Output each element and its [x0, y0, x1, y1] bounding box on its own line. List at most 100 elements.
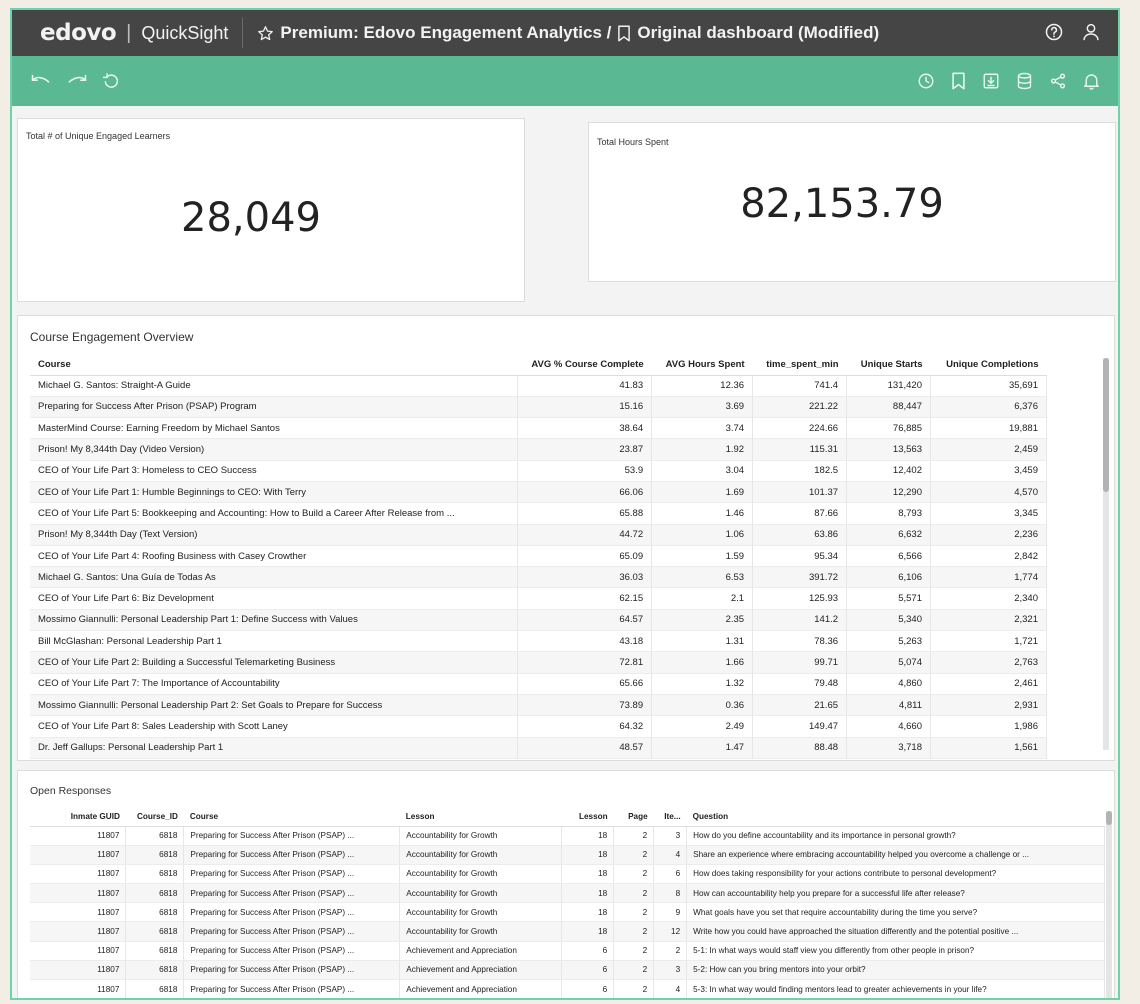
table-row[interactable]: MasterMind Course: Earning Freedom by Mi…	[30, 417, 1048, 440]
column-header[interactable]: time_spent_min	[752, 354, 847, 376]
table-row[interactable]: CEO of Your Life Part 6: Biz Development…	[30, 587, 1048, 610]
column-header[interactable]: Question	[686, 807, 1105, 827]
column-header[interactable]: Page	[613, 807, 654, 827]
table-cell: 5-1: In what ways would staff view you d…	[686, 941, 1105, 961]
column-header[interactable]: Course	[183, 807, 400, 827]
table-row[interactable]: CEO of Your Life Part 1: Humble Beginnin…	[30, 481, 1048, 504]
table-row[interactable]: CEO of Your Life Part 8: Sales Leadershi…	[30, 715, 1048, 738]
column-header[interactable]: Ite...	[653, 807, 687, 827]
table-row[interactable]: 11807 6818 Preparing for Success After Pri…	[30, 921, 1105, 942]
table-row[interactable]: 11807 6818 Preparing for Success After Pri…	[30, 826, 1105, 846]
table-row[interactable]: Michael G. Santos: Una Guía de Todas As 3…	[30, 566, 1048, 589]
table-row[interactable]: Mossimo Giannulli: Personal Leadership P…	[30, 609, 1048, 632]
table-cell: 2	[613, 902, 655, 923]
table-cell: 19,881	[930, 417, 1048, 440]
table-cell: 2	[613, 883, 655, 904]
table-row[interactable]: Mossimo Giannulli: Personal Leadership P…	[30, 694, 1048, 717]
table-cell: 149.47	[752, 715, 848, 738]
table-row[interactable]: Preparing for Success After Prison (PSAP…	[30, 396, 1048, 419]
column-header[interactable]: Inmate GUID	[30, 807, 126, 827]
table-row[interactable]: 11807 6818 Preparing for Success After Pri…	[30, 864, 1105, 885]
download-icon[interactable]	[982, 72, 1000, 90]
table-cell: Accountability for Growth	[399, 902, 563, 923]
bookmark-icon[interactable]	[951, 72, 966, 90]
table-scrollbar[interactable]	[1106, 811, 1112, 998]
table-row[interactable]: 11807 6818 Preparing for Success After Pri…	[30, 960, 1105, 981]
help-icon[interactable]	[1044, 22, 1064, 42]
table-row[interactable]: Prison! My 8,344th Day (Text Version) 44.…	[30, 524, 1048, 546]
schedule-icon[interactable]	[917, 72, 935, 90]
table-cell: 5,263	[846, 630, 931, 653]
table-row[interactable]: 11807 6818 Preparing for Success After Pri…	[30, 902, 1105, 923]
table-cell: 11807	[30, 941, 127, 961]
dashboard-name[interactable]: Original dashboard (Modified)	[637, 23, 879, 43]
reset-icon[interactable]	[102, 72, 120, 90]
table-cell: CEO of Your Life Part 3: Homeless to CEO…	[30, 460, 519, 482]
table-row[interactable]: CEO of Your Life Part 5: Bookkeeping and…	[30, 502, 1048, 525]
column-header[interactable]: AVG % Course Complete	[517, 354, 652, 376]
table-cell: 12,290	[846, 481, 931, 504]
scrollbar-thumb[interactable]	[1103, 358, 1109, 492]
table-row[interactable]: Michael G. Santos: Straight-A Guide 41.83…	[30, 375, 1048, 397]
star-icon[interactable]	[257, 25, 274, 42]
share-icon[interactable]	[1049, 72, 1067, 90]
kpi-card-hours[interactable]: Total Hours Spent 82,153.79	[588, 122, 1116, 282]
table-cell: Prison! My 8,344th Day (Video Version)	[30, 438, 519, 461]
analysis-name[interactable]: Premium: Edovo Engagement Analytics /	[280, 23, 611, 43]
table-cell: 2.35	[651, 609, 754, 632]
top-bar: edovo | QuickSight Premium: Edovo Engage…	[12, 10, 1118, 56]
table-row[interactable]: 11807 6818 Preparing for Success After Pri…	[30, 845, 1105, 865]
table-row[interactable]: CEO of Your Life Part 2: Building a Succ…	[30, 651, 1048, 674]
column-header[interactable]: Lesson	[399, 807, 562, 827]
dataset-icon[interactable]	[1016, 72, 1033, 90]
table-cell: 6818	[125, 960, 185, 981]
table-cell: 2,459	[930, 438, 1048, 461]
kpi-label: Total # of Unique Engaged Learners	[26, 131, 171, 141]
table-cell: 1.69	[651, 481, 754, 504]
edovo-logo[interactable]: edovo	[40, 20, 117, 46]
table-cell: CEO of Your Life Part 7: The Importance …	[30, 673, 519, 695]
undo-icon[interactable]	[30, 73, 52, 89]
table-row[interactable]: Bill McGlashan: Personal Leadership Part…	[30, 630, 1048, 653]
table-cell: 101.37	[752, 481, 848, 504]
redo-icon[interactable]	[66, 73, 88, 89]
column-header[interactable]: Lesson	[561, 807, 614, 827]
table-row[interactable]: CEO of Your Life Part 7: The Importance …	[30, 673, 1048, 695]
table-cell: Accountability for Growth	[399, 845, 563, 865]
table-cell: 11807	[30, 960, 127, 981]
table-cell: 2	[613, 979, 655, 998]
column-header[interactable]: Unique Starts	[846, 354, 931, 376]
user-icon[interactable]	[1082, 22, 1100, 42]
table-cell: Preparing for Success After Prison (PSAP…	[30, 396, 519, 419]
column-header[interactable]: Unique Completions	[930, 354, 1047, 376]
table-row[interactable]: CEO of Your Life Part 4: Roofing Busines…	[30, 545, 1048, 568]
table-cell: 4,860	[846, 673, 931, 695]
table-row[interactable]: 11807 6818 Preparing for Success After Pri…	[30, 979, 1105, 998]
table-cell: 18	[561, 883, 615, 904]
scrollbar-thumb[interactable]	[1106, 811, 1112, 825]
table-cell: What goals have you set that require acc…	[686, 902, 1105, 923]
table-cell: 62.15	[517, 587, 653, 610]
column-header[interactable]: Course_ID	[125, 807, 184, 827]
column-header[interactable]: AVG Hours Spent	[651, 354, 753, 376]
table-row[interactable]: 11807 6818 Preparing for Success After Pri…	[30, 883, 1105, 904]
table-cell: 4,660	[846, 715, 931, 738]
table-row[interactable]: CEO of Your Life Part 3: Homeless to CEO…	[30, 460, 1048, 482]
table-cell: 12,402	[846, 460, 931, 482]
table-cell: 6	[561, 960, 615, 981]
table-cell: 11807	[30, 826, 127, 846]
table-cell: 5,340	[846, 609, 931, 632]
table-scrollbar[interactable]	[1103, 358, 1109, 750]
table-cell: 9	[653, 902, 688, 923]
alert-icon[interactable]	[1083, 72, 1100, 90]
divider	[242, 18, 244, 48]
table-row[interactable]: Prison! My 8,344th Day (Video Version) 23…	[30, 438, 1048, 461]
table-row[interactable]: 11807 6818 Preparing for Success After Pri…	[30, 941, 1105, 961]
table-row[interactable]: Dr. Jeff Gallups: Personal Leadership Pa…	[30, 737, 1048, 759]
table-cell: 64.57	[517, 609, 653, 632]
table-cell: 2,842	[930, 545, 1048, 568]
table-cell: CEO of Your Life Part 6: Biz Development	[30, 587, 519, 610]
column-header[interactable]: Course	[30, 354, 518, 376]
product-name[interactable]: QuickSight	[141, 23, 228, 44]
kpi-card-learners[interactable]: Total # of Unique Engaged Learners 28,04…	[17, 118, 525, 302]
